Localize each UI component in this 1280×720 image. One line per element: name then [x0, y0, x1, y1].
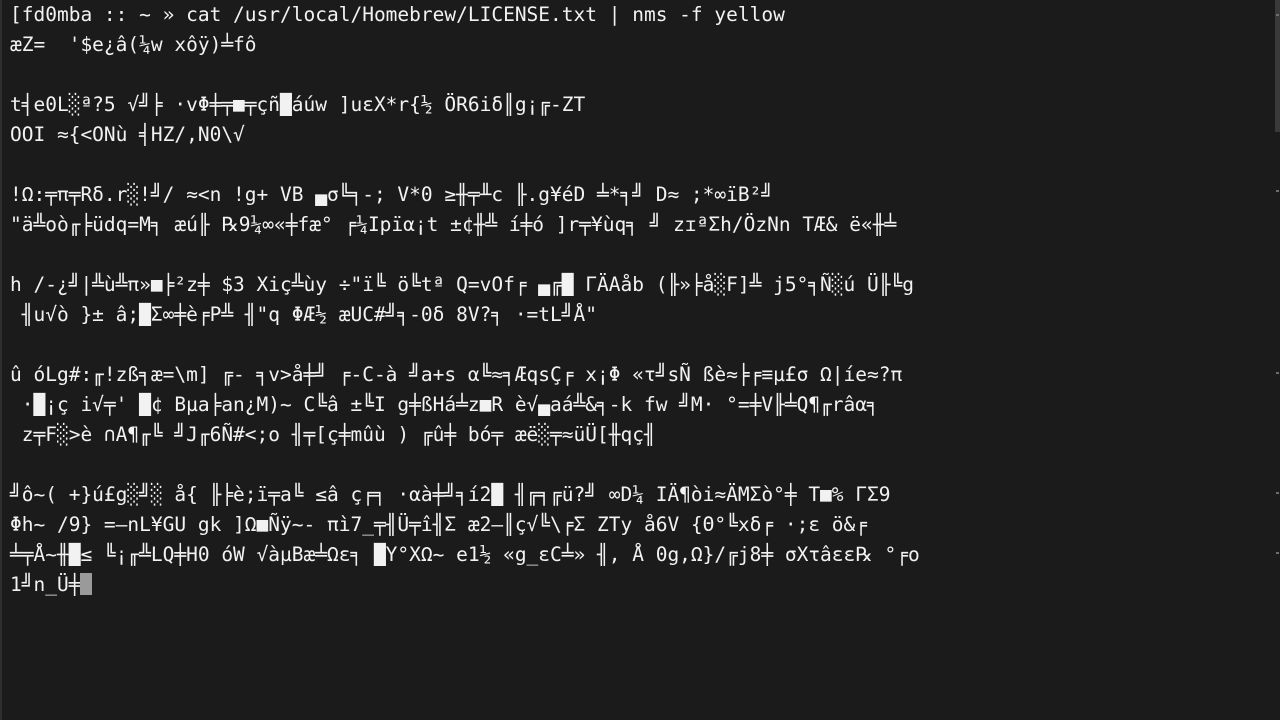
- terminal-cursor: [80, 573, 93, 595]
- output-line-text: 1╝n_Ü╪: [10, 573, 81, 596]
- scrollbar-tick: [1276, 372, 1279, 374]
- terminal-screen[interactable]: [fd0mba :: ~ » cat /usr/local/Homebrew/L…: [0, 0, 1280, 720]
- scrollbar-tick: [1276, 190, 1279, 192]
- output-line: æZ= '$e¿â(¼w xôÿ)╧fô: [10, 33, 257, 56]
- output-line: t╡e0L░ª?5 √╝╞ ·vΦ╪╤■╤çñ█áúw ]uεX*r{½ ÖR6…: [10, 93, 586, 116]
- scrollbar[interactable]: [1275, 0, 1280, 720]
- terminal-window[interactable]: [fd0mba :: ~ » cat /usr/local/Homebrew/L…: [0, 0, 1280, 720]
- output-line: "ä╩oò╓╞üdq=M╕ æú╟ ℞9¼∞«╪fæ° ╒¼Ipïα¡t ±¢╫…: [10, 213, 897, 236]
- output-line: ╢u√ò }± â;█Σ∞╪è╒P╩ ╢"q ΦÆ½ æUC#╝╕-0δ 8V?…: [10, 303, 597, 326]
- scrollbar-tick: [1276, 492, 1279, 494]
- scrollbar-tick: [1276, 552, 1279, 554]
- output-line: ·█¡ç i√╤' █¢ Bµa╞an¿M)~ C╚â ±╚I g╪ßHá╧z■…: [10, 393, 879, 416]
- output-line: OOI ≈{<ONù ╡HZ/,N0\√: [10, 123, 245, 146]
- output-line: ╝ô~( +}ú£g░╝░ å{ ╟╞è;ï╤a╚ ≤â ç╒╕ ·αà╪╝╕í…: [10, 483, 891, 506]
- output-line: ╧╤Å~╫█≤ ╚¡╓╩LQ╪H0 óW √àµBæ╧Ωε╕ █Y°XΩ~ e1…: [10, 543, 920, 566]
- output-line: h /-¿╝|╩ù╩π»■╞²z╪ $3 Xiç╩ùy ÷"ï╚ ö╚tª Q=…: [10, 273, 914, 296]
- scrollbar-tick: [1276, 14, 1279, 16]
- output-line: û óLg#:╓!zß╕æ=\m] ╔- ╕v>å╪╝ ╒-C-à ╝a+s α…: [10, 363, 903, 386]
- shell-prompt-line: [fd0mba :: ~ » cat /usr/local/Homebrew/L…: [10, 3, 785, 26]
- output-line: z╤F░>è ∩A¶╓╚ ╝J╓6Ñ#<;o ╢╤[ç╪mûù ) ╔û╪ bó…: [10, 423, 656, 446]
- output-line-with-cursor: 1╝n_Ü╪: [10, 570, 1276, 600]
- output-line: Φh~ /9} =—nL¥GU gk ]Ω■Ñÿ~- πì7_╤╢Ü╤î╢Σ æ…: [10, 513, 868, 536]
- output-line: !Ω:╤π╤Rδ.r░!╝/ ≈<n !g+ VB ▄σ╚╕-; V*0 ≥╫╤…: [10, 183, 774, 206]
- scrollbar-thumb[interactable]: [1275, 0, 1280, 132]
